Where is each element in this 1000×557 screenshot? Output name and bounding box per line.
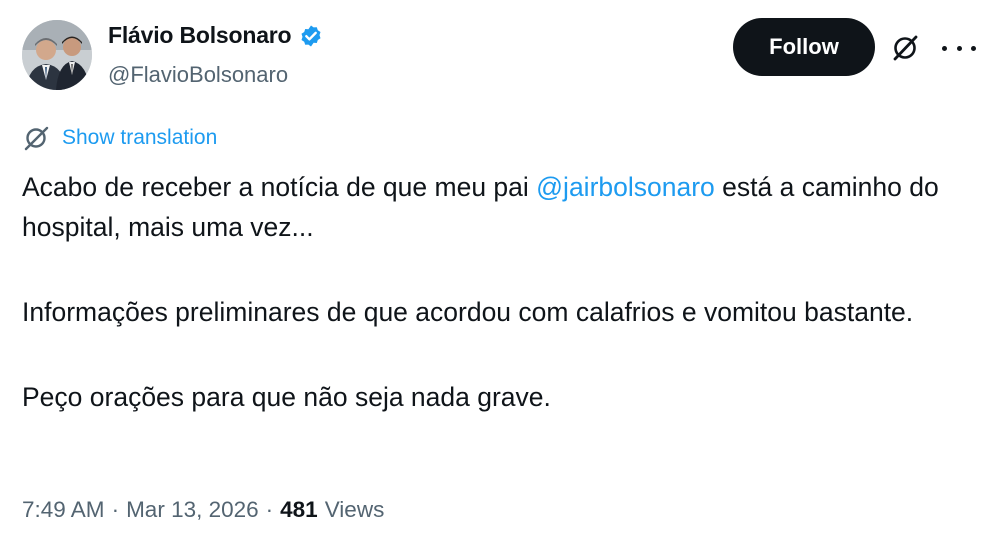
views-count: 481 [280, 497, 318, 522]
author-name-row: Flávio Bolsonaro [108, 22, 323, 49]
tweet-paragraph: Informações preliminares de que acordou … [22, 297, 914, 327]
avatar[interactable] [22, 20, 92, 90]
show-translation-label[interactable]: Show translation [62, 126, 217, 150]
tweet-text-segment: Acabo de receber a notícia de que meu pa… [22, 172, 537, 202]
meta-separator: · [111, 497, 120, 522]
meta-separator: · [265, 497, 274, 522]
mention-link[interactable]: @jairbolsonaro [536, 172, 715, 202]
more-icon[interactable] [942, 33, 976, 63]
views-label: Views [324, 497, 385, 522]
tweet-date[interactable]: Mar 13, 2026 [126, 497, 259, 523]
more-dot [971, 45, 976, 51]
show-translation-link[interactable]: Show translation [22, 124, 217, 152]
tweet-time[interactable]: 7:49 AM [22, 497, 105, 523]
grok-icon[interactable] [890, 33, 920, 63]
tweet-paragraph: Acabo de receber a notícia de que meu pa… [22, 167, 982, 247]
follow-button[interactable]: Follow [733, 18, 875, 76]
translate-icon [22, 124, 50, 152]
more-dot [942, 45, 947, 51]
author-handle[interactable]: @FlavioBolsonaro [108, 62, 288, 88]
author-display-name[interactable]: Flávio Bolsonaro [108, 22, 292, 49]
tweet-text: Acabo de receber a notícia de que meu pa… [22, 167, 982, 417]
tweet-meta: 7:49 AM · Mar 13, 2026 · 481 Views [22, 497, 384, 523]
avatar-photo [22, 20, 92, 90]
more-dot [956, 45, 962, 51]
tweet-paragraph: Peço orações para que não seja nada grav… [22, 382, 551, 412]
verified-badge-icon[interactable] [299, 24, 323, 48]
